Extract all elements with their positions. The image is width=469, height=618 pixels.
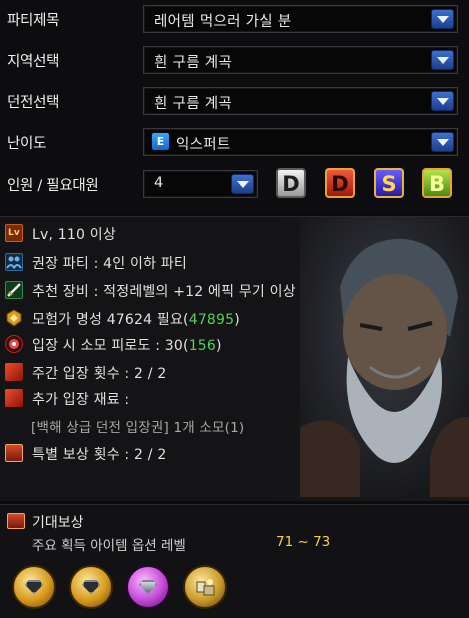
members-select[interactable]: 4 bbox=[143, 170, 258, 198]
fame-close: ) bbox=[234, 312, 240, 328]
difficulty-select[interactable]: E 익스퍼트 bbox=[143, 128, 458, 156]
dungeon-value: 흰 구름 계곡 bbox=[154, 96, 233, 112]
fame-current: 47895 bbox=[188, 312, 235, 328]
region-select[interactable]: 흰 구름 계곡 bbox=[143, 46, 458, 74]
special-reward: 특별 보상 횟수 : 2 / 2 bbox=[32, 447, 167, 463]
difficulty-row: 난이도 E 익스퍼트 bbox=[0, 126, 469, 158]
weekly-entries: 주간 입장 횟수 : 2 / 2 bbox=[32, 366, 167, 382]
dungeon-row: 던전선택 흰 구름 계곡 bbox=[0, 85, 469, 117]
sword-icon bbox=[5, 281, 23, 299]
region-row: 지역선택 흰 구름 계곡 bbox=[0, 44, 469, 76]
treasure-chest-icon bbox=[5, 444, 23, 462]
armor-icon bbox=[139, 580, 157, 594]
party-title-value: 레어템 먹으러 가실 분 bbox=[154, 14, 292, 30]
treasure-chest-icon bbox=[7, 513, 25, 529]
reward-item-equipment-purple[interactable] bbox=[126, 565, 170, 609]
materials-icon bbox=[196, 579, 215, 596]
extra-material: 추가 입장 재료 : bbox=[32, 392, 130, 408]
difficulty-value: 익스퍼트 bbox=[176, 137, 231, 153]
difficulty-label: 난이도 bbox=[7, 136, 47, 152]
members-value: 4 bbox=[154, 175, 164, 191]
ticket-icon bbox=[5, 363, 23, 381]
fame-text: 모험가 명성 47624 필요(47895) bbox=[32, 309, 240, 329]
recommended-party: 권장 파티 : 4인 이하 파티 bbox=[32, 256, 187, 272]
party-title-row: 파티제목 레어템 먹으러 가실 분 bbox=[0, 3, 469, 35]
dungeon-info-panel: Lv Lv, 110 이상 권장 파티 : 4인 이하 파티 추천 장비 : 적… bbox=[0, 216, 469, 501]
armor-icon bbox=[25, 580, 43, 594]
region-label: 지역선택 bbox=[7, 54, 60, 70]
boss-portrait bbox=[300, 217, 469, 497]
difficulty-button-d-normal[interactable]: D bbox=[276, 168, 306, 198]
members-row: 인원 / 필요대원 4 D D S B bbox=[0, 168, 469, 200]
level-requirement: Lv, 110 이상 bbox=[32, 227, 116, 243]
difficulty-button-d-red[interactable]: D bbox=[325, 168, 355, 198]
ticket-icon bbox=[5, 389, 23, 407]
chevron-down-icon[interactable] bbox=[431, 132, 454, 152]
chevron-down-icon[interactable] bbox=[431, 9, 454, 29]
expert-badge-icon: E bbox=[152, 133, 169, 150]
party-form: 파티제목 레어템 먹으러 가실 분 지역선택 흰 구름 계곡 던전선택 흰 구름… bbox=[0, 0, 469, 212]
expected-reward-panel: 기대보상 주요 획득 아이템 옵션 레벨 71 ~ 73 bbox=[0, 504, 469, 618]
recommended-equip: 추천 장비 : 적정레벨의 +12 에픽 무기 이상 bbox=[32, 284, 296, 300]
dungeon-select[interactable]: 흰 구름 계곡 bbox=[143, 87, 458, 115]
level-icon: Lv bbox=[5, 224, 23, 242]
fatigue-cost: 입장 시 소모 피로도 : 30( bbox=[32, 338, 189, 354]
party-title-label: 파티제목 bbox=[7, 13, 60, 29]
fatigue-remaining: 156 bbox=[188, 338, 217, 354]
difficulty-button-s[interactable]: S bbox=[374, 168, 404, 198]
reward-item-equipment-gold-2[interactable] bbox=[69, 565, 113, 609]
reward-subtitle: 주요 획득 아이템 옵션 레벨 bbox=[32, 538, 186, 554]
reward-item-equipment-gold-1[interactable] bbox=[12, 565, 56, 609]
fatigue-close: ) bbox=[216, 338, 222, 354]
fame-required: 모험가 명성 47624 필요( bbox=[32, 312, 189, 328]
fatigue-icon bbox=[5, 335, 23, 353]
armor-icon bbox=[82, 580, 100, 594]
chevron-down-icon[interactable] bbox=[431, 91, 454, 111]
difficulty-button-b[interactable]: B bbox=[422, 168, 452, 198]
reward-title: 기대보상 bbox=[32, 515, 84, 531]
dungeon-label: 던전선택 bbox=[7, 95, 60, 111]
region-value: 흰 구름 계곡 bbox=[154, 55, 233, 71]
reward-item-materials[interactable] bbox=[183, 565, 227, 609]
material-note: [백해 상급 던전 입장권] 1개 소모(1) bbox=[31, 420, 245, 436]
party-icon bbox=[5, 253, 23, 271]
chevron-down-icon[interactable] bbox=[231, 174, 254, 194]
party-title-select[interactable]: 레어템 먹으러 가실 분 bbox=[143, 5, 458, 33]
chevron-down-icon[interactable] bbox=[431, 50, 454, 70]
fame-icon bbox=[5, 309, 23, 327]
fatigue-text: 입장 시 소모 피로도 : 30(156) bbox=[32, 335, 222, 355]
reward-level-range: 71 ~ 73 bbox=[276, 534, 331, 550]
members-label: 인원 / 필요대원 bbox=[7, 178, 99, 194]
